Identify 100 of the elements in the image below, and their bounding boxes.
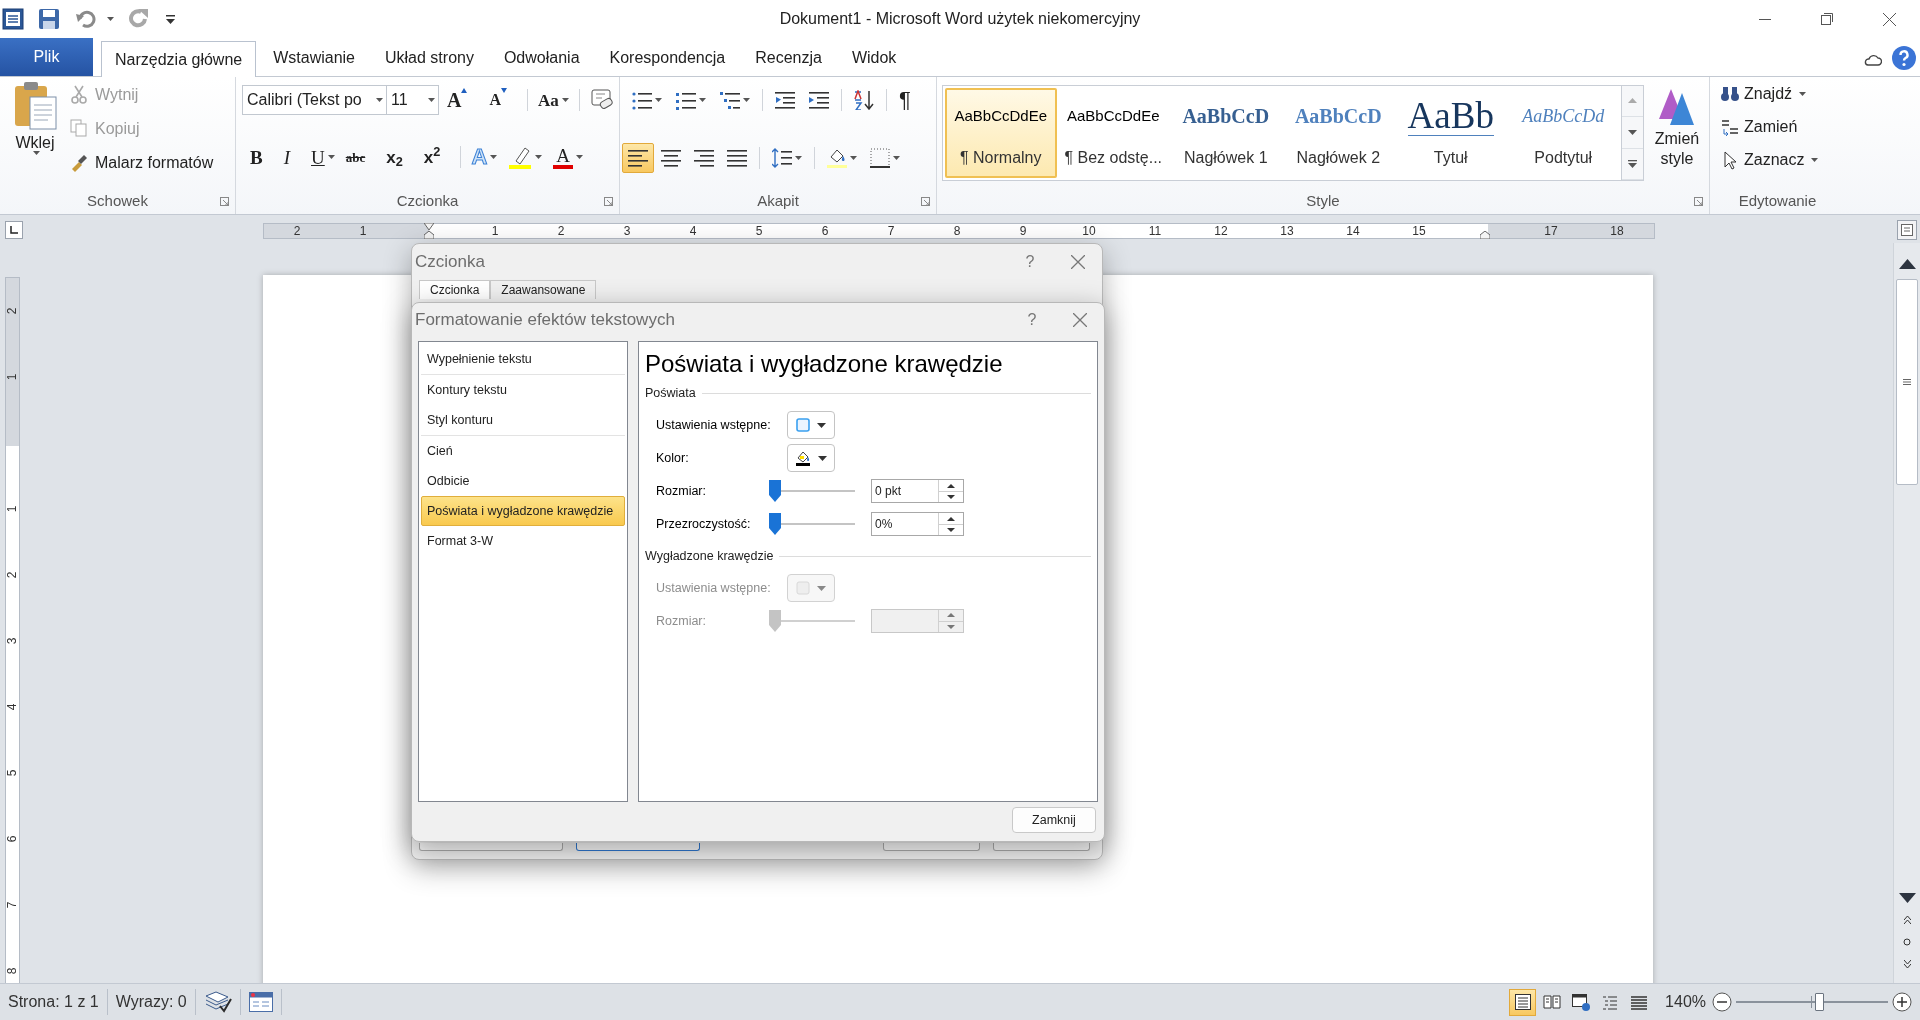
macro-icon[interactable] xyxy=(248,992,273,1012)
change-styles-button[interactable]: Zmień style xyxy=(1649,85,1705,169)
slider-track[interactable] xyxy=(769,479,855,504)
font-shrink-button[interactable]: A xyxy=(485,86,521,114)
paragraph-left-button[interactable] xyxy=(622,143,654,173)
font-case-button[interactable]: Aa xyxy=(534,86,573,114)
dialog-launcher-icon[interactable] xyxy=(921,197,930,207)
font-sub-button[interactable]: x$_{2}$ xyxy=(382,143,417,171)
editing-find-button[interactable]: Znajdź xyxy=(1720,81,1819,107)
down-arrow-icon[interactable] xyxy=(947,528,955,532)
ribbon-tab[interactable]: Układ strony xyxy=(372,40,487,76)
ribbon-tab[interactable]: Recenzja xyxy=(742,40,835,76)
dialog-tab[interactable]: Zaawansowane xyxy=(490,280,597,299)
caret-icon[interactable] xyxy=(850,156,857,160)
category-item[interactable]: Cień xyxy=(421,436,625,466)
paragraph-pilcrow-button[interactable]: ¶ xyxy=(893,85,917,115)
category-item[interactable]: Odbicie xyxy=(421,466,625,496)
font-color-button[interactable]: A xyxy=(549,143,587,171)
caret-icon[interactable] xyxy=(576,155,583,159)
spin-box[interactable]: 0 pkt xyxy=(871,479,964,504)
caret-icon[interactable] xyxy=(795,156,802,160)
slider-thumb[interactable] xyxy=(1814,993,1824,1011)
gallery-down-button[interactable] xyxy=(1622,117,1643,149)
slider-thumb[interactable] xyxy=(769,480,781,503)
ribbon-tab[interactable]: Korespondencja xyxy=(596,40,739,76)
caret-icon[interactable] xyxy=(376,98,383,102)
ribbon-tab[interactable]: Widok xyxy=(838,40,910,76)
font-underline-button[interactable]: U xyxy=(307,143,339,171)
undo-icon[interactable] xyxy=(76,10,96,28)
category-item[interactable]: Wypełnienie tekstu xyxy=(421,344,625,374)
editing-select-button[interactable]: Zaznacz xyxy=(1720,147,1819,173)
tab-selector[interactable] xyxy=(5,221,23,239)
proofing-icon[interactable] xyxy=(203,990,232,1014)
zoom-slider[interactable] xyxy=(1736,992,1888,1012)
customize-icon[interactable] xyxy=(166,14,175,24)
color-dropdown[interactable] xyxy=(787,444,835,473)
style-item[interactable]: AaBb Tytuł xyxy=(1395,88,1507,178)
caret-icon[interactable] xyxy=(490,155,498,159)
ribbon-tab[interactable]: Odwołania xyxy=(490,40,593,76)
caret-icon[interactable] xyxy=(1811,158,1819,162)
caret-icon[interactable] xyxy=(1799,92,1807,96)
dialog-launcher-icon[interactable] xyxy=(604,197,613,207)
spin-box[interactable]: 0% xyxy=(871,512,964,537)
style-item[interactable]: AaBbCcDdEe ¶ Normalny xyxy=(945,88,1057,178)
zoom-in-button[interactable] xyxy=(1892,992,1912,1012)
close-dialog-button[interactable]: Zamknij xyxy=(1012,807,1096,833)
page-count[interactable]: Strona: 1 z 1 xyxy=(0,990,99,1014)
caret-icon[interactable] xyxy=(327,155,335,159)
indent-marker-icon[interactable] xyxy=(1480,231,1490,239)
style-item[interactable]: AaBbCcDdEe ¶ Bez odstę... xyxy=(1057,88,1169,178)
paste-button[interactable]: Wklej xyxy=(6,81,64,185)
font-strike-button[interactable]: abc xyxy=(341,143,380,171)
font-name-field[interactable]: Calibri (Tekst po xyxy=(242,85,387,115)
caret-icon[interactable] xyxy=(33,151,40,155)
style-item[interactable]: AaBbCcD Nagłówek 1 xyxy=(1170,88,1282,178)
gallery-more-button[interactable] xyxy=(1622,148,1643,180)
category-item[interactable]: Format 3-W xyxy=(421,526,625,556)
file-tab[interactable]: Plik xyxy=(0,38,93,76)
dialog-button[interactable] xyxy=(576,843,700,851)
caret-icon[interactable] xyxy=(107,17,114,21)
word-count[interactable]: Wyrazy: 0 xyxy=(115,990,187,1014)
caret-icon[interactable] xyxy=(535,155,543,159)
slider-track[interactable] xyxy=(769,512,855,537)
ribbon-tab[interactable]: Narzędzia główne xyxy=(101,41,257,77)
help-icon[interactable] xyxy=(1892,46,1916,70)
caret-icon[interactable] xyxy=(655,98,662,102)
view-print-button[interactable] xyxy=(1509,988,1537,1016)
caret-icon[interactable] xyxy=(561,98,569,102)
indent-marker-icon[interactable] xyxy=(424,223,434,239)
category-item[interactable]: Poświata i wygładzone krawędzie xyxy=(421,496,625,526)
category-item[interactable]: Kontury tekstu xyxy=(421,375,625,405)
cloud-icon[interactable] xyxy=(1864,54,1882,66)
help-button[interactable]: ? xyxy=(1010,250,1050,274)
caret-icon[interactable] xyxy=(699,98,706,102)
scrollbar-thumb[interactable] xyxy=(1896,279,1918,485)
font-sup-button[interactable]: x$^{2}$ xyxy=(419,143,455,171)
save-icon[interactable] xyxy=(38,8,60,30)
zoom-out-button[interactable] xyxy=(1712,992,1732,1012)
slider-thumb[interactable] xyxy=(769,513,781,536)
dialog-launcher-icon[interactable] xyxy=(1694,197,1703,207)
up-arrow-icon[interactable] xyxy=(947,483,955,488)
down-arrow-icon[interactable] xyxy=(947,495,955,499)
style-item[interactable]: AaBbCcDd Podtytuł xyxy=(1507,88,1619,178)
font-size-field[interactable]: 11 xyxy=(387,85,439,115)
font-grow-button[interactable]: A xyxy=(443,86,482,114)
help-button[interactable]: ? xyxy=(1012,308,1052,332)
caret-icon[interactable] xyxy=(893,156,900,160)
app-icon[interactable] xyxy=(2,8,24,30)
font-italic-button[interactable]: I xyxy=(279,143,304,171)
editing-replace-button[interactable]: Zamień xyxy=(1720,114,1819,140)
caret-icon[interactable] xyxy=(428,98,435,102)
ruler-toggle-button[interactable] xyxy=(1897,220,1917,240)
ribbon-tab[interactable]: Wstawianie xyxy=(260,40,368,76)
dialog-tab[interactable]: Czcionka xyxy=(419,280,491,299)
up-arrow-icon[interactable] xyxy=(947,516,955,521)
category-item[interactable]: Styl konturu xyxy=(421,405,625,435)
dialog-launcher-icon[interactable] xyxy=(220,197,229,207)
font-bold-button[interactable]: B xyxy=(246,143,277,171)
slider-track[interactable] xyxy=(769,609,855,633)
clipboard-painter-button[interactable]: Malarz formatów xyxy=(70,151,214,174)
